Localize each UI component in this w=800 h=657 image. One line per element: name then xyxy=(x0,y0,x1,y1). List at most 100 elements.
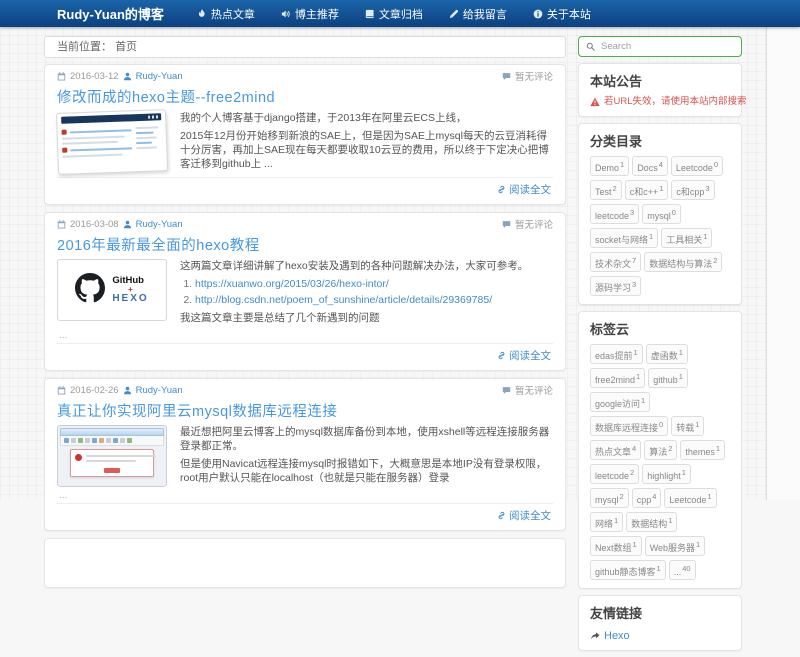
tag-name: mysql xyxy=(647,211,671,221)
tagcloud-tag[interactable]: google访问1 xyxy=(590,392,650,412)
nav-label: 关于本站 xyxy=(547,6,591,22)
tag-count: 2 xyxy=(613,184,617,193)
article-thumbnail-blog-screenshot[interactable] xyxy=(56,109,168,175)
article-meta: 2016-03-12 Rudy-Yuan 暂无评论 xyxy=(57,69,553,83)
friend-link-hexo[interactable]: Hexo xyxy=(590,630,630,642)
read-more-link[interactable]: 阅读全文 xyxy=(497,348,551,363)
category-tag[interactable]: 数据结构与算法2 xyxy=(644,252,722,272)
category-tag[interactable]: mysql0 xyxy=(642,204,681,224)
calendar-icon xyxy=(57,386,66,395)
thumb-header-bar xyxy=(61,113,161,123)
excerpt-paragraph: 我的个人博客基于django搭建，于2013年在阿里云ECS上线， xyxy=(180,111,553,125)
panel-categories: 分类目录 Demo1Docs4Leetcode0Test2c和c++1c和cpp… xyxy=(578,123,742,305)
tagcloud-tag[interactable]: 热点文章4 xyxy=(590,440,641,460)
category-tag[interactable]: 技术杂文7 xyxy=(590,252,641,272)
reference-links: https://xuanwo.org/2015/03/26/hexo-intor… xyxy=(195,277,553,307)
article-title-link[interactable]: 修改而成的hexo主题--free2mind xyxy=(57,90,275,106)
article-thumbnail-navicat-error[interactable] xyxy=(57,425,167,487)
tag-count: 2 xyxy=(630,468,634,477)
article-title-link[interactable]: 2016年最新最全面的hexo教程 xyxy=(57,238,260,254)
reference-link[interactable]: http://blog.csdn.net/poem_of_sunshine/ar… xyxy=(195,294,492,306)
tagcloud-tag[interactable]: Web服务器1 xyxy=(645,536,706,556)
tagcloud-tag[interactable]: 虚函数1 xyxy=(646,344,688,364)
tagcloud-list: edas提前1虚函数1free2mind1github1google访问1数据库… xyxy=(590,344,730,584)
pencil-icon xyxy=(449,9,459,19)
tagcloud-tag[interactable]: github静态博客1 xyxy=(590,560,666,580)
category-tag[interactable]: leetcode3 xyxy=(590,204,639,224)
category-tag[interactable]: Test2 xyxy=(590,180,622,200)
excerpt-paragraph: 这两篇文章详细讲解了hexo安装及遇到的各种问题解决办法，大家可参考。 xyxy=(180,259,553,273)
category-tag[interactable]: Leetcode0 xyxy=(671,156,723,176)
tag-name: mysql xyxy=(595,495,619,505)
tag-name: themes xyxy=(685,447,715,457)
tagcloud-tag[interactable]: github1 xyxy=(648,368,688,388)
tagcloud-tag[interactable]: Next数组1 xyxy=(590,536,642,556)
nav-item-message[interactable]: 给我留言 xyxy=(436,6,520,22)
tagcloud-tag[interactable]: 转载1 xyxy=(671,416,704,436)
nav-item-archive[interactable]: 文章归档 xyxy=(352,6,436,22)
comments-link[interactable]: 暂无评论 xyxy=(515,383,553,397)
tag-name: 源码学习 xyxy=(595,283,631,293)
category-tag[interactable]: 源码学习3 xyxy=(590,276,641,296)
comments-meta: 暂无评论 xyxy=(502,383,553,397)
tag-name: 虚函数 xyxy=(651,351,678,361)
comment-icon xyxy=(502,220,511,229)
article-date: 2016-02-26 xyxy=(70,385,119,396)
tagcloud-tag[interactable]: themes1 xyxy=(680,440,725,460)
nav-item-hot-posts[interactable]: 热点文章 xyxy=(184,6,268,22)
tag-count: 40 xyxy=(682,564,690,573)
tagcloud-tag[interactable]: Leetcode1 xyxy=(664,488,716,508)
main-nav: 热点文章 博主推荐 文章归档 给我留言 关于本站 xyxy=(184,6,604,22)
article-title-link[interactable]: 真正让你实现阿里云mysql数据库远程连接 xyxy=(57,404,337,420)
error-icon xyxy=(75,454,82,461)
tagcloud-tag[interactable]: mysql2 xyxy=(590,488,629,508)
read-more-label: 阅读全文 xyxy=(509,348,551,363)
category-tag[interactable]: Docs4 xyxy=(632,156,668,176)
tagcloud-tag[interactable]: free2mind1 xyxy=(590,368,645,388)
nav-label: 给我留言 xyxy=(463,6,507,22)
breadcrumb-home-link[interactable]: 首页 xyxy=(115,41,137,53)
nav-item-recommend[interactable]: 博主推荐 xyxy=(268,6,352,22)
read-more-bar: 阅读全文 xyxy=(57,343,553,366)
tagcloud-tag[interactable]: 数据库远程连接0 xyxy=(590,416,668,436)
tagcloud-tag[interactable]: cpp4 xyxy=(632,488,662,508)
tag-count: 7 xyxy=(632,256,636,265)
tagcloud-tag[interactable]: highlight1 xyxy=(642,464,691,484)
book-icon xyxy=(365,9,375,19)
article-author-link[interactable]: Rudy-Yuan xyxy=(136,219,183,230)
tag-count: 1 xyxy=(634,348,638,357)
article-card: 2016-03-12 Rudy-Yuan 暂无评论 修改而成的hexo主题--f… xyxy=(44,64,566,205)
read-more-link[interactable]: 阅读全文 xyxy=(497,508,551,523)
link-icon xyxy=(497,351,506,360)
comments-link[interactable]: 暂无评论 xyxy=(515,69,553,83)
comment-icon xyxy=(502,386,511,395)
tag-count: 1 xyxy=(716,444,720,453)
tagcloud-tag[interactable]: edas提前1 xyxy=(590,344,643,364)
category-tag[interactable]: 工具相关1 xyxy=(661,228,712,248)
category-tag[interactable]: c和cpp3 xyxy=(671,180,714,200)
reference-link[interactable]: https://xuanwo.org/2015/03/26/hexo-intor… xyxy=(195,278,389,290)
tagcloud-tag[interactable]: 网络1 xyxy=(590,512,623,532)
tag-count: 1 xyxy=(636,372,640,381)
tag-count: 1 xyxy=(620,160,624,169)
read-more-link[interactable]: 阅读全文 xyxy=(497,182,551,197)
tag-count: 1 xyxy=(703,232,707,241)
tag-name: 数据结构 xyxy=(631,519,667,529)
article-body: 我的个人博客基于django搭建，于2013年在阿里云ECS上线， 2015年1… xyxy=(57,111,553,175)
article-author-link[interactable]: Rudy-Yuan xyxy=(136,71,183,82)
article-author-link[interactable]: Rudy-Yuan xyxy=(136,385,183,396)
tagcloud-tag[interactable]: ...40 xyxy=(669,560,696,580)
tagcloud-tag[interactable]: 算法2 xyxy=(644,440,677,460)
category-tag[interactable]: socket与网络1 xyxy=(590,228,658,248)
comments-link[interactable]: 暂无评论 xyxy=(515,217,553,231)
category-tag[interactable]: Demo1 xyxy=(590,156,629,176)
tag-name: 转载 xyxy=(676,423,694,433)
search-input[interactable] xyxy=(599,40,734,53)
tagcloud-tag[interactable]: leetcode2 xyxy=(590,464,639,484)
breadcrumb: 当前位置： 首页 xyxy=(44,36,566,58)
tagcloud-tag[interactable]: 数据结构1 xyxy=(626,512,677,532)
site-brand[interactable]: Rudy-Yuan的博客 xyxy=(57,4,164,23)
category-tag[interactable]: c和c++1 xyxy=(625,180,669,200)
article-thumbnail-github-hexo[interactable]: GitHub + HEXO xyxy=(57,259,167,321)
nav-item-about[interactable]: 关于本站 xyxy=(520,6,604,22)
